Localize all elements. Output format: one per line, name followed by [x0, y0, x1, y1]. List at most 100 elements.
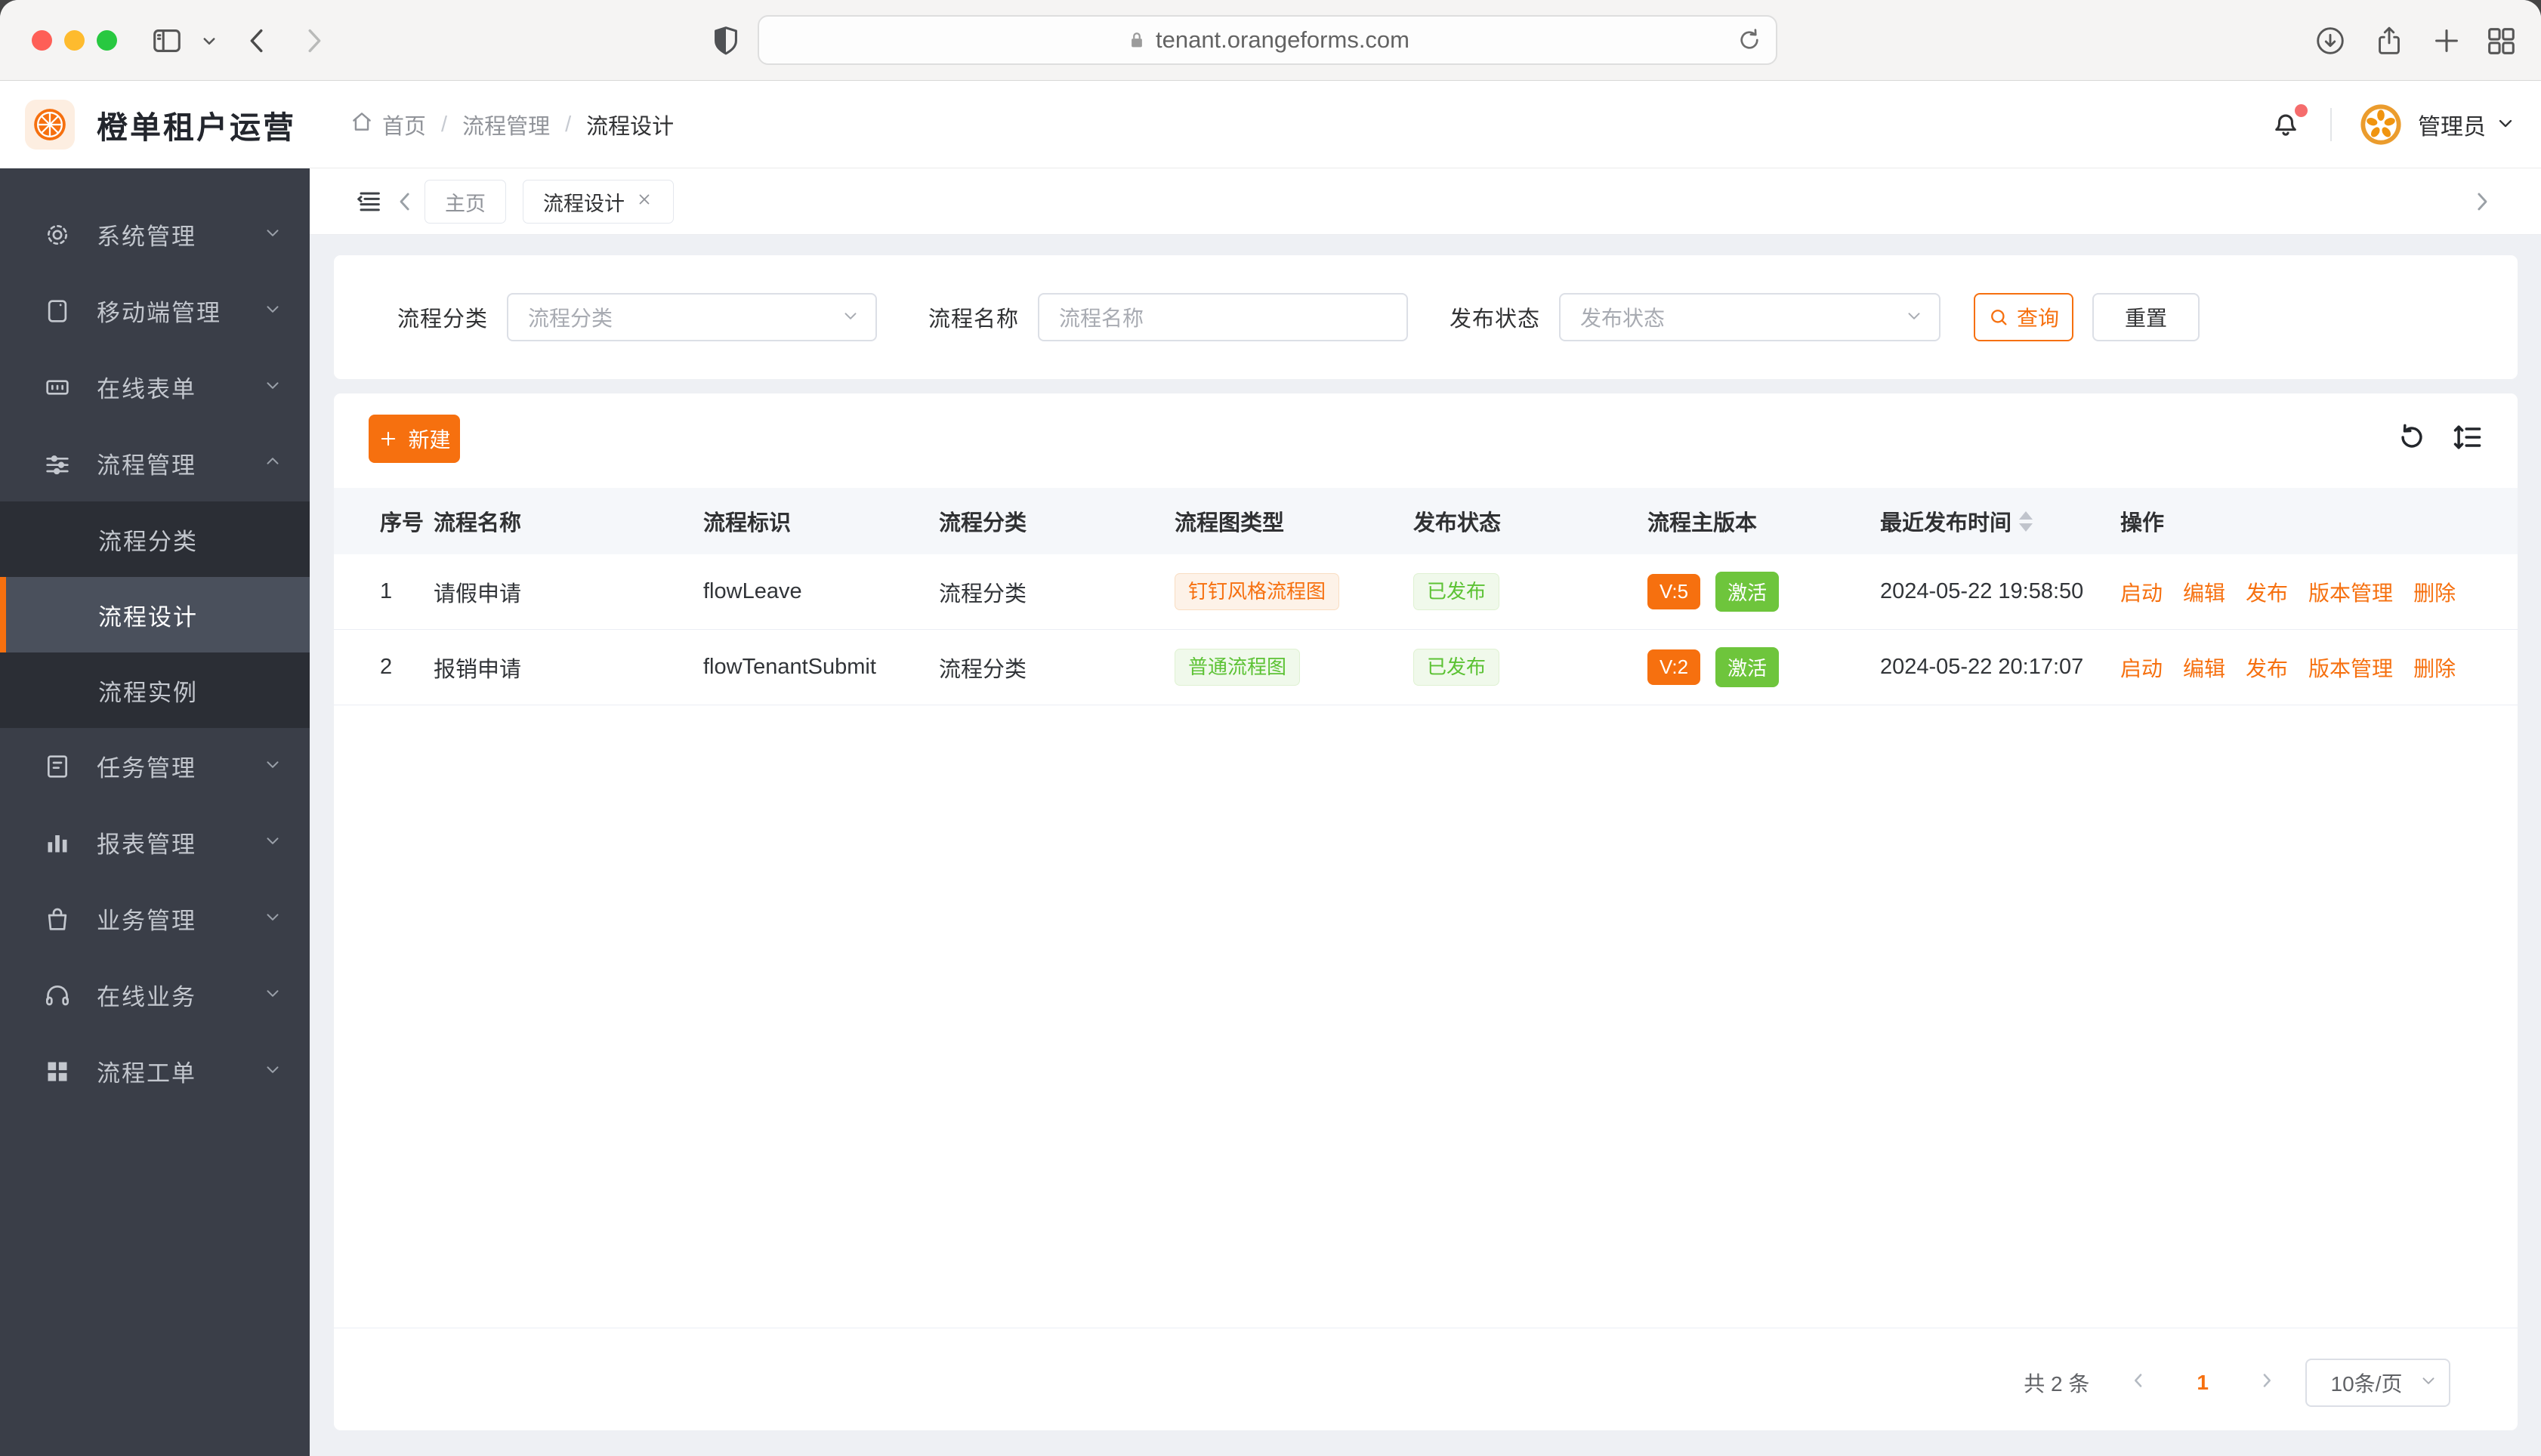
- lock-icon: [1125, 26, 1156, 55]
- current-page[interactable]: 1: [2197, 1371, 2209, 1395]
- back-icon[interactable]: [240, 0, 275, 81]
- page-size-select[interactable]: 10条/页: [2305, 1359, 2450, 1407]
- sidebar-subitem-label: 流程分类: [98, 528, 198, 555]
- published-at-text: 2024-05-22 20:17:07: [1880, 655, 2084, 679]
- tabs-scroll-right-icon[interactable]: [2467, 168, 2497, 235]
- chevron-down-icon[interactable]: [198, 0, 221, 81]
- next-page-icon[interactable]: [2255, 1369, 2278, 1397]
- table-header-label: 流程标识: [703, 511, 792, 535]
- new-tab-icon[interactable]: [2429, 0, 2464, 81]
- action-publish-link[interactable]: 发布: [2246, 577, 2288, 607]
- table-header-cell-8: 操作: [2120, 505, 2518, 537]
- sidebar-subitem-3-2[interactable]: 流程实例: [0, 652, 310, 728]
- flow-key: flowLeave: [703, 579, 939, 604]
- category-filter-select[interactable]: 流程分类: [507, 293, 878, 341]
- close-traffic-light[interactable]: [32, 30, 52, 51]
- sidebar-item-6[interactable]: 业务管理: [0, 881, 310, 957]
- action-start-link[interactable]: 启动: [2120, 652, 2163, 683]
- sidebar-item-4[interactable]: 任务管理: [0, 728, 310, 804]
- search-button[interactable]: 查询: [1974, 293, 2074, 341]
- reset-button[interactable]: 重置: [2092, 293, 2200, 341]
- table-body: 1 请假申请 flowLeave 流程分类 钉钉风格流程图 已发布 V:5 激活 2024-05…: [334, 554, 2518, 705]
- downloads-icon[interactable]: [2313, 0, 2348, 81]
- avatar[interactable]: [2359, 103, 2403, 147]
- row-actions: 启动 编辑 发布 版本管理 删除: [2120, 577, 2518, 607]
- refresh-icon[interactable]: [2395, 421, 2428, 458]
- tab-overview-icon[interactable]: [2484, 0, 2518, 81]
- action-delete-link[interactable]: 删除: [2413, 652, 2456, 683]
- sidebar-item-label: 任务管理: [97, 755, 196, 782]
- action-start-link[interactable]: 启动: [2120, 577, 2163, 607]
- breadcrumb-label: 流程设计: [586, 115, 675, 139]
- sidebar-item-label: 在线表单: [97, 376, 196, 403]
- maximize-traffic-light[interactable]: [97, 30, 117, 51]
- breadcrumb-label: 首页: [382, 115, 427, 139]
- close-icon[interactable]: [635, 190, 653, 214]
- row-index-text: 2: [380, 655, 393, 679]
- version-cell: V:2 激活: [1647, 647, 1880, 687]
- sidebar-toggle-icon[interactable]: [150, 0, 184, 81]
- published-at-cell: 2024-05-22 20:17:07: [1880, 655, 2120, 680]
- privacy-shield-icon[interactable]: [709, 0, 743, 81]
- sidebar-subitem-3-1[interactable]: 流程设计: [0, 577, 310, 652]
- tabs-scroll-left-icon[interactable]: [390, 168, 420, 235]
- create-button[interactable]: 新建: [369, 415, 460, 463]
- reset-button-label: 重置: [2125, 307, 2168, 330]
- name-filter-placeholder: 流程名称: [1059, 307, 1144, 330]
- page-content: 流程分类 流程分类 流程名称 流程名称 发布状态 发布状态 查询 重置 新建 序…: [310, 235, 2541, 1456]
- chevron-down-icon: [263, 298, 283, 325]
- sidebar-subitem-3-0[interactable]: 流程分类: [0, 501, 310, 577]
- table-panel: 新建 序号 流程名称 流程标识 流程分类 流程图类型 发布状态 流程主版本 最近发布时间 操作 …: [334, 393, 2518, 1430]
- sidebar-item-5[interactable]: 报表管理: [0, 804, 310, 881]
- reload-icon[interactable]: [1735, 26, 1764, 58]
- url-bar[interactable]: tenant.orangeforms.com: [758, 15, 1777, 65]
- unread-dot: [2295, 103, 2308, 117]
- action-publish-link[interactable]: 发布: [2246, 652, 2288, 683]
- sidebar-item-1[interactable]: 移动端管理: [0, 273, 310, 349]
- sidebar-item-8[interactable]: 流程工单: [0, 1033, 310, 1109]
- table-row: 2 报销申请 flowTenantSubmit 流程分类 普通流程图 已发布 V:2 激活 20…: [334, 630, 2518, 705]
- tab-0[interactable]: 主页: [425, 180, 506, 224]
- action-version-manage-link[interactable]: 版本管理: [2308, 652, 2393, 683]
- sliders-icon: [42, 449, 73, 479]
- chevron-down-icon: [1904, 306, 1924, 329]
- sidebar-item-2[interactable]: 在线表单: [0, 349, 310, 425]
- tab-list-icon[interactable]: [354, 168, 384, 235]
- main-area: 主页 流程设计 流程分类 流程分类 流程名称 流程名称 发布状态 发布状态 查询…: [310, 168, 2541, 1456]
- minimize-traffic-light[interactable]: [64, 30, 85, 51]
- prev-page-icon[interactable]: [2127, 1369, 2150, 1397]
- sort-caret-icon[interactable]: [2019, 511, 2033, 532]
- diagram-type-cell: 普通流程图: [1175, 649, 1413, 686]
- action-delete-link[interactable]: 删除: [2413, 577, 2456, 607]
- tab-1[interactable]: 流程设计: [523, 180, 674, 224]
- forward-icon[interactable]: [296, 0, 331, 81]
- diagram-type-badge: 普通流程图: [1175, 649, 1301, 686]
- status-filter-select[interactable]: 发布状态: [1559, 293, 1941, 341]
- notification-bell-icon[interactable]: [2268, 103, 2308, 144]
- flow-key: flowTenantSubmit: [703, 655, 939, 680]
- action-edit-link[interactable]: 编辑: [2183, 577, 2225, 607]
- breadcrumb-separator: /: [565, 112, 572, 137]
- sidebar-item-0[interactable]: 系统管理: [0, 196, 310, 273]
- sidebar-item-7[interactable]: 在线业务: [0, 957, 310, 1033]
- flow-key-text: flowLeave: [703, 579, 802, 603]
- table-header-label: 发布状态: [1413, 511, 1502, 535]
- tab-label: 主页: [445, 192, 486, 215]
- table-header-cell-7[interactable]: 最近发布时间: [1880, 505, 2120, 537]
- user-name[interactable]: 管理员: [2418, 108, 2486, 141]
- user-menu-chevron-icon[interactable]: [2495, 113, 2516, 137]
- tab-label: 流程设计: [543, 192, 625, 215]
- breadcrumb-item-1[interactable]: 流程管理: [462, 109, 550, 140]
- breadcrumb-item-0[interactable]: 首页: [349, 109, 426, 140]
- breadcrumb-item-2[interactable]: 流程设计: [586, 109, 674, 140]
- action-edit-link[interactable]: 编辑: [2183, 652, 2225, 683]
- sidebar-item-3[interactable]: 流程管理: [0, 425, 310, 501]
- name-filter-input[interactable]: 流程名称: [1038, 293, 1409, 341]
- column-settings-icon[interactable]: [2451, 421, 2484, 458]
- publish-status-badge: 已发布: [1413, 573, 1500, 610]
- action-version-manage-link[interactable]: 版本管理: [2308, 577, 2393, 607]
- chevron-down-icon: [263, 829, 283, 856]
- row-index: 1: [334, 579, 434, 604]
- active-badge: 激活: [1715, 572, 1780, 612]
- share-icon[interactable]: [2372, 0, 2407, 81]
